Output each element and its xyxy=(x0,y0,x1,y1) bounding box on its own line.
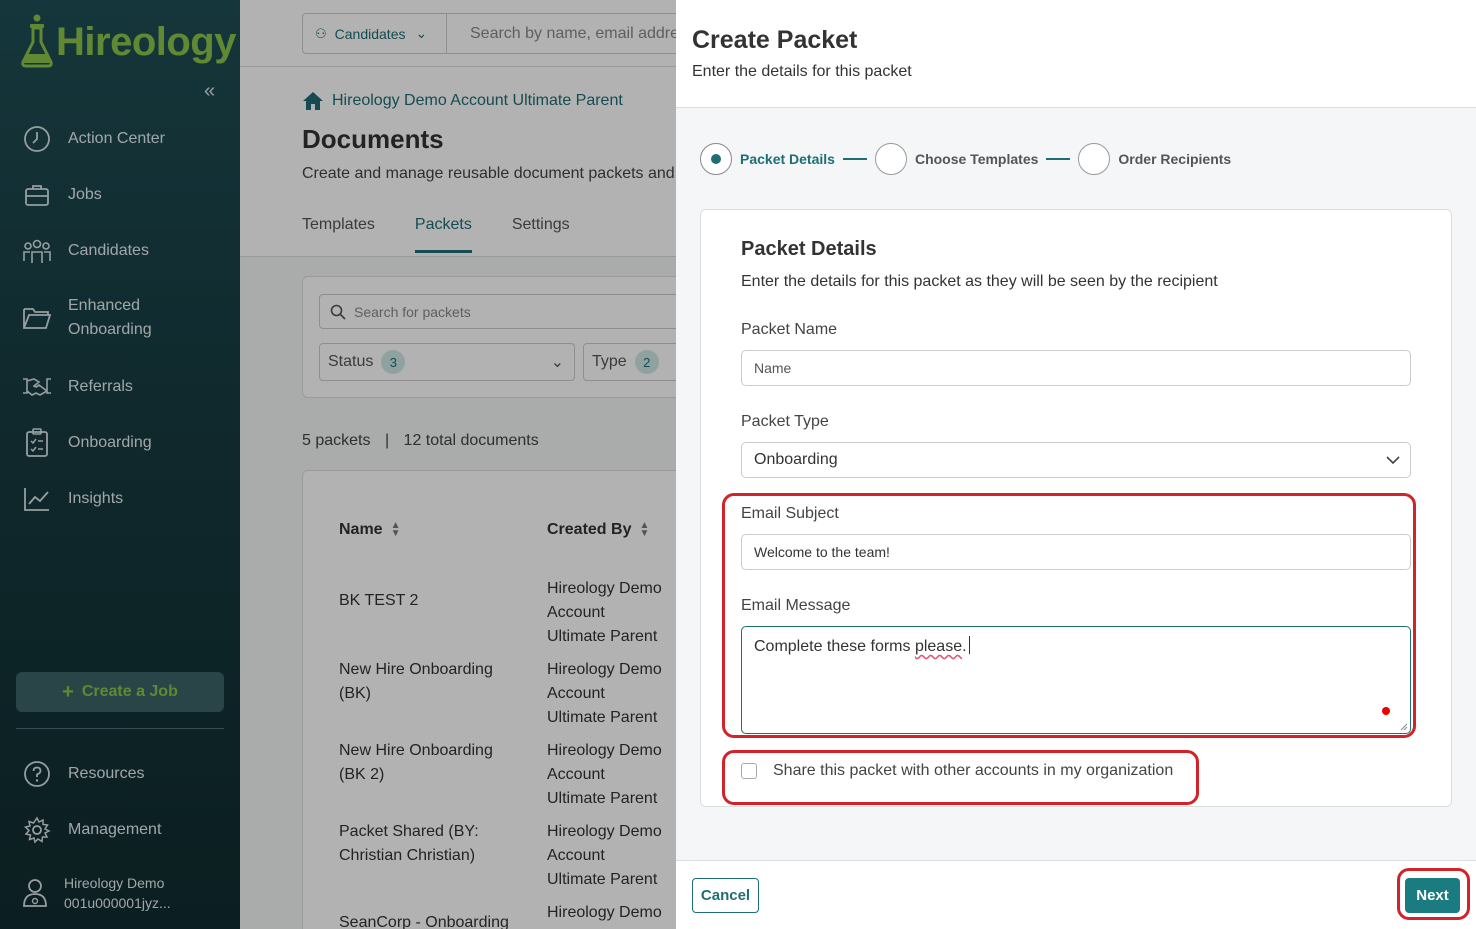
cancel-button[interactable]: Cancel xyxy=(692,878,759,913)
panel-footer: Cancel Next xyxy=(676,860,1476,929)
progress-stepper: Packet Details Choose Templates Order Re… xyxy=(700,143,1231,175)
packet-type-select[interactable]: Onboarding xyxy=(741,442,1411,478)
packet-type-value: Onboarding xyxy=(754,451,838,468)
card-title: Packet Details xyxy=(741,238,877,260)
step-connector xyxy=(842,158,867,160)
active-step-dot xyxy=(711,154,721,164)
step-connector xyxy=(1046,158,1071,160)
step-2-indicator xyxy=(874,143,907,175)
highlight-share-checkbox xyxy=(722,750,1199,805)
highlight-next-button xyxy=(1397,868,1470,920)
packet-type-label: Packet Type xyxy=(741,413,829,430)
panel-title: Create Packet xyxy=(692,26,858,54)
panel-subtitle: Enter the details for this packet xyxy=(692,63,912,80)
step-1-indicator xyxy=(700,143,732,175)
step-order-recipients: Order Recipients xyxy=(1118,151,1232,167)
chevron-down-icon xyxy=(1386,456,1400,465)
packet-name-label: Packet Name xyxy=(741,321,838,338)
step-packet-details: Packet Details xyxy=(740,151,835,167)
modal-backdrop[interactable] xyxy=(0,0,676,929)
card-subtitle: Enter the details for this packet as the… xyxy=(741,273,1218,290)
panel-header: Create Packet Enter the details for this… xyxy=(676,0,1476,108)
step-3-indicator xyxy=(1078,143,1111,175)
step-choose-templates: Choose Templates xyxy=(914,151,1039,167)
create-packet-panel: Create Packet Enter the details for this… xyxy=(676,0,1476,929)
packet-name-input[interactable]: Name xyxy=(741,350,1411,386)
highlight-email-fields xyxy=(722,493,1416,738)
